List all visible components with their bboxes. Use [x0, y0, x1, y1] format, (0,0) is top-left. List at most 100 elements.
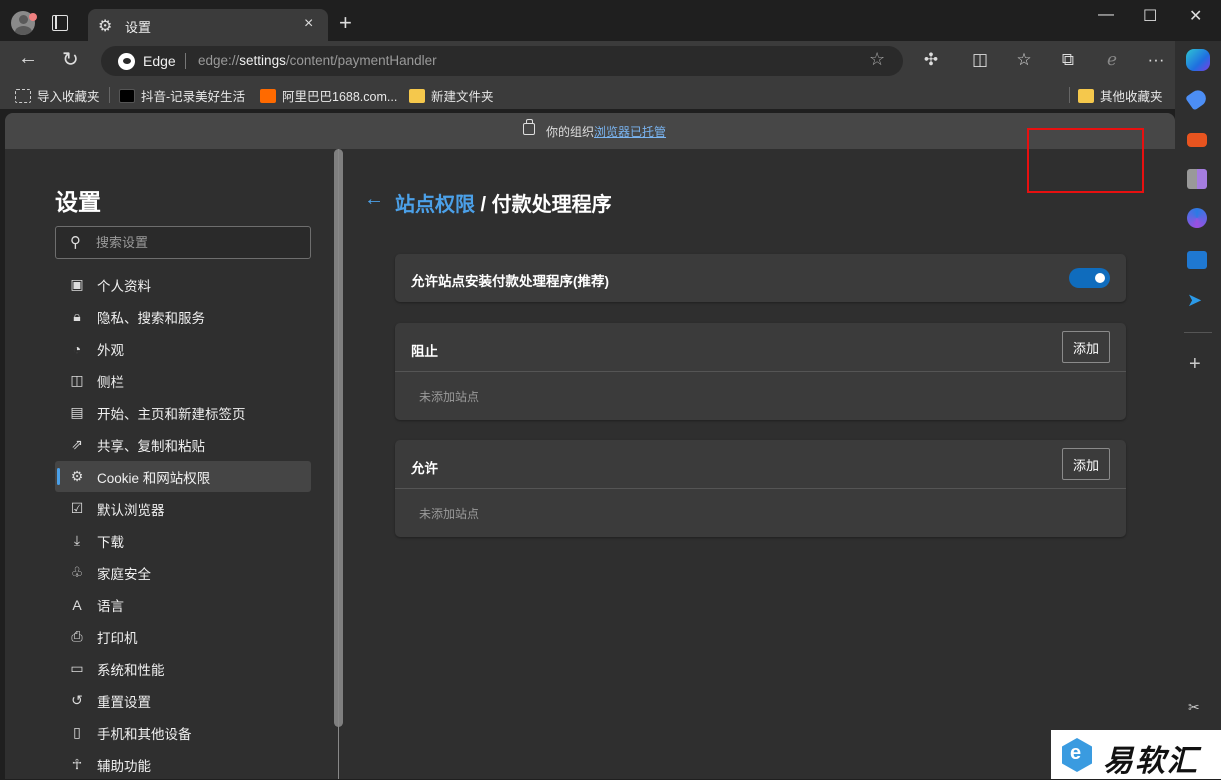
more-menu-icon[interactable]: ···	[1144, 50, 1168, 70]
reload-icon[interactable]: ↻	[62, 47, 79, 72]
bookmark-import[interactable]: 导入收藏夹	[15, 86, 100, 105]
profile-notification-dot	[29, 13, 37, 21]
search-input[interactable]	[96, 227, 296, 258]
minimize-button[interactable]: —	[1098, 6, 1114, 24]
games-icon[interactable]	[1187, 169, 1207, 189]
bookmark-douyin[interactable]: 抖音-记录美好生活	[119, 86, 245, 105]
address-bar[interactable]: Edge edge://settings/content/paymentHand…	[101, 46, 903, 76]
family-icon: ♧	[70, 564, 84, 580]
back-arrow-icon[interactable]: ←	[18, 47, 38, 70]
tab-title: 设置	[125, 20, 152, 35]
block-card: 阻止 添加 未添加站点	[395, 323, 1126, 420]
microsoft-365-icon[interactable]	[1187, 208, 1207, 228]
settings-page: 你的组织浏览器已托管 设置 ⚲ ▣ 个人资料 🔒︎ 隐私、搜索和服务 ◔ 外观 ◫ 侧栏 ▤ 开始…	[5, 113, 1175, 779]
tools-toolbox-icon[interactable]	[1187, 133, 1207, 147]
ie-mode-icon[interactable]: ℯ	[1100, 50, 1124, 70]
sidebar-item-default-browser[interactable]: ☑ 默认浏览器	[55, 493, 311, 524]
bookmark-new-folder[interactable]: 新建文件夹	[409, 86, 494, 105]
navigation-toolbar: ← ↻ Edge edge://settings/content/payment…	[0, 41, 1175, 81]
favorites-icon[interactable]: ☆	[1012, 50, 1036, 70]
send-icon[interactable]: ➤	[1187, 290, 1202, 311]
close-window-button[interactable]: ✕	[1189, 6, 1202, 26]
laptop-icon: ▭	[70, 660, 84, 676]
search-icon: ⚲	[70, 234, 81, 251]
add-favorite-star-icon[interactable]: ☆	[869, 49, 885, 70]
managed-link[interactable]: 浏览器已托管	[594, 125, 666, 139]
breadcrumb-site-permissions[interactable]: 站点权限	[395, 194, 475, 216]
sidebar-item-printer[interactable]: ⎙ 打印机	[55, 621, 311, 652]
sidebar-item-label: 家庭安全	[97, 566, 151, 582]
sidebar-item-phone[interactable]: ▯ 手机和其他设备	[55, 717, 311, 748]
collections-icon[interactable]: ⧉	[1056, 50, 1080, 70]
tab-close-icon[interactable]: ×	[304, 15, 313, 33]
reset-icon: ↺	[71, 692, 83, 708]
payment-handler-toggle-card: 允许站点安装付款处理程序(推荐)	[395, 254, 1126, 302]
sidebar-item-laptop[interactable]: ▭ 系统和性能	[55, 653, 311, 684]
douyin-icon	[119, 88, 135, 103]
sidebar-item-reset[interactable]: ↺ 重置设置	[55, 685, 311, 716]
bookmark-label: 导入收藏夹	[37, 90, 100, 104]
extensions-icon[interactable]: ✣	[919, 50, 943, 70]
bookmark-alibaba[interactable]: 阿里巴巴1688.com...	[260, 86, 397, 105]
scrollbar-track[interactable]	[338, 149, 339, 779]
share-icon: ⇗	[71, 436, 83, 452]
watermark: 易软汇	[1051, 730, 1221, 779]
url-prefix: edge://	[198, 53, 240, 68]
briefcase-icon	[523, 119, 535, 135]
tab-actions-icon[interactable]	[52, 15, 68, 31]
alibaba-icon	[260, 88, 276, 103]
back-arrow-icon[interactable]: ←	[364, 188, 384, 211]
watermark-logo-icon	[1062, 738, 1092, 772]
add-sidebar-app-icon[interactable]: +	[1189, 353, 1201, 376]
cookie-site-icon: ⚙	[70, 468, 84, 484]
profile-icon: ▣	[70, 276, 84, 292]
sidebar-item-profile[interactable]: ▣ 个人资料	[55, 269, 311, 300]
allow-card: 允许 添加 未添加站点	[395, 440, 1126, 537]
sidebar-item-family[interactable]: ♧ 家庭安全	[55, 557, 311, 588]
import-icon	[15, 88, 31, 103]
block-title: 阻止	[411, 344, 438, 359]
split-screen-icon[interactable]: ◫	[968, 50, 992, 70]
sidebar-item-home-tab[interactable]: ▤ 开始、主页和新建标签页	[55, 397, 311, 428]
breadcrumb: 站点权限 / 付款处理程序	[395, 188, 612, 217]
shopping-tag-icon[interactable]	[1185, 87, 1209, 111]
sidebar-item-palette[interactable]: ◔ 外观	[55, 333, 311, 364]
sidebar-item-download[interactable]: ⤓ 下载	[55, 525, 311, 556]
url-text[interactable]: edge://settings/content/paymentHandler	[198, 53, 437, 68]
phone-icon: ▯	[73, 724, 81, 740]
maximize-button[interactable]: ☐	[1143, 6, 1157, 26]
folder-icon	[409, 88, 425, 103]
tab-settings[interactable]: ⚙ 设置 ×	[88, 9, 328, 41]
sidebar-item-share[interactable]: ⇗ 共享、复制和粘贴	[55, 429, 311, 460]
home-tab-icon: ▤	[70, 404, 84, 420]
search-settings-field[interactable]: ⚲	[55, 226, 311, 259]
sidebar-item-lock[interactable]: 🔒︎ 隐私、搜索和服务	[55, 301, 311, 332]
active-indicator	[57, 468, 60, 485]
palette-icon: ◔	[72, 340, 82, 357]
sidebar-item-label: 隐私、搜索和服务	[97, 310, 205, 326]
add-allow-site-button[interactable]: 添加	[1062, 448, 1110, 480]
add-block-site-button[interactable]: 添加	[1062, 331, 1110, 363]
copilot-icon[interactable]	[1186, 49, 1210, 71]
allow-payment-handler-toggle[interactable]	[1069, 268, 1110, 288]
sidebar-item-cookie-site[interactable]: ⚙ Cookie 和网站权限	[55, 461, 311, 492]
sidebar-item-language[interactable]: A 语言	[55, 589, 311, 620]
card-divider	[395, 371, 1126, 372]
toggle-knob	[1095, 273, 1105, 283]
managed-banner: 你的组织浏览器已托管	[5, 113, 1175, 149]
title-bar: ⚙ 设置 × + — ☐ ✕	[0, 0, 1221, 41]
sidebar-item-sidebar[interactable]: ◫ 侧栏	[55, 365, 311, 396]
bookmark-label: 阿里巴巴1688.com...	[282, 90, 398, 104]
sidebar-item-label: 开始、主页和新建标签页	[97, 406, 246, 422]
bookmark-label: 其他收藏夹	[1100, 90, 1163, 104]
default-browser-icon: ☑	[70, 500, 84, 516]
sidebar-item-accessibility[interactable]: ☥ 辅助功能	[55, 749, 311, 779]
gear-icon: ⚙	[98, 18, 113, 35]
sidebar-item-label: 默认浏览器	[97, 502, 165, 518]
banner-prefix: 你的组织	[546, 125, 595, 139]
lock-icon: 🔒︎	[73, 308, 81, 324]
screenshot-icon[interactable]: ✂	[1188, 699, 1200, 716]
new-tab-button[interactable]: +	[339, 10, 352, 36]
outlook-icon[interactable]	[1187, 251, 1207, 269]
bookmark-other-favorites[interactable]: 其他收藏夹	[1078, 86, 1163, 105]
